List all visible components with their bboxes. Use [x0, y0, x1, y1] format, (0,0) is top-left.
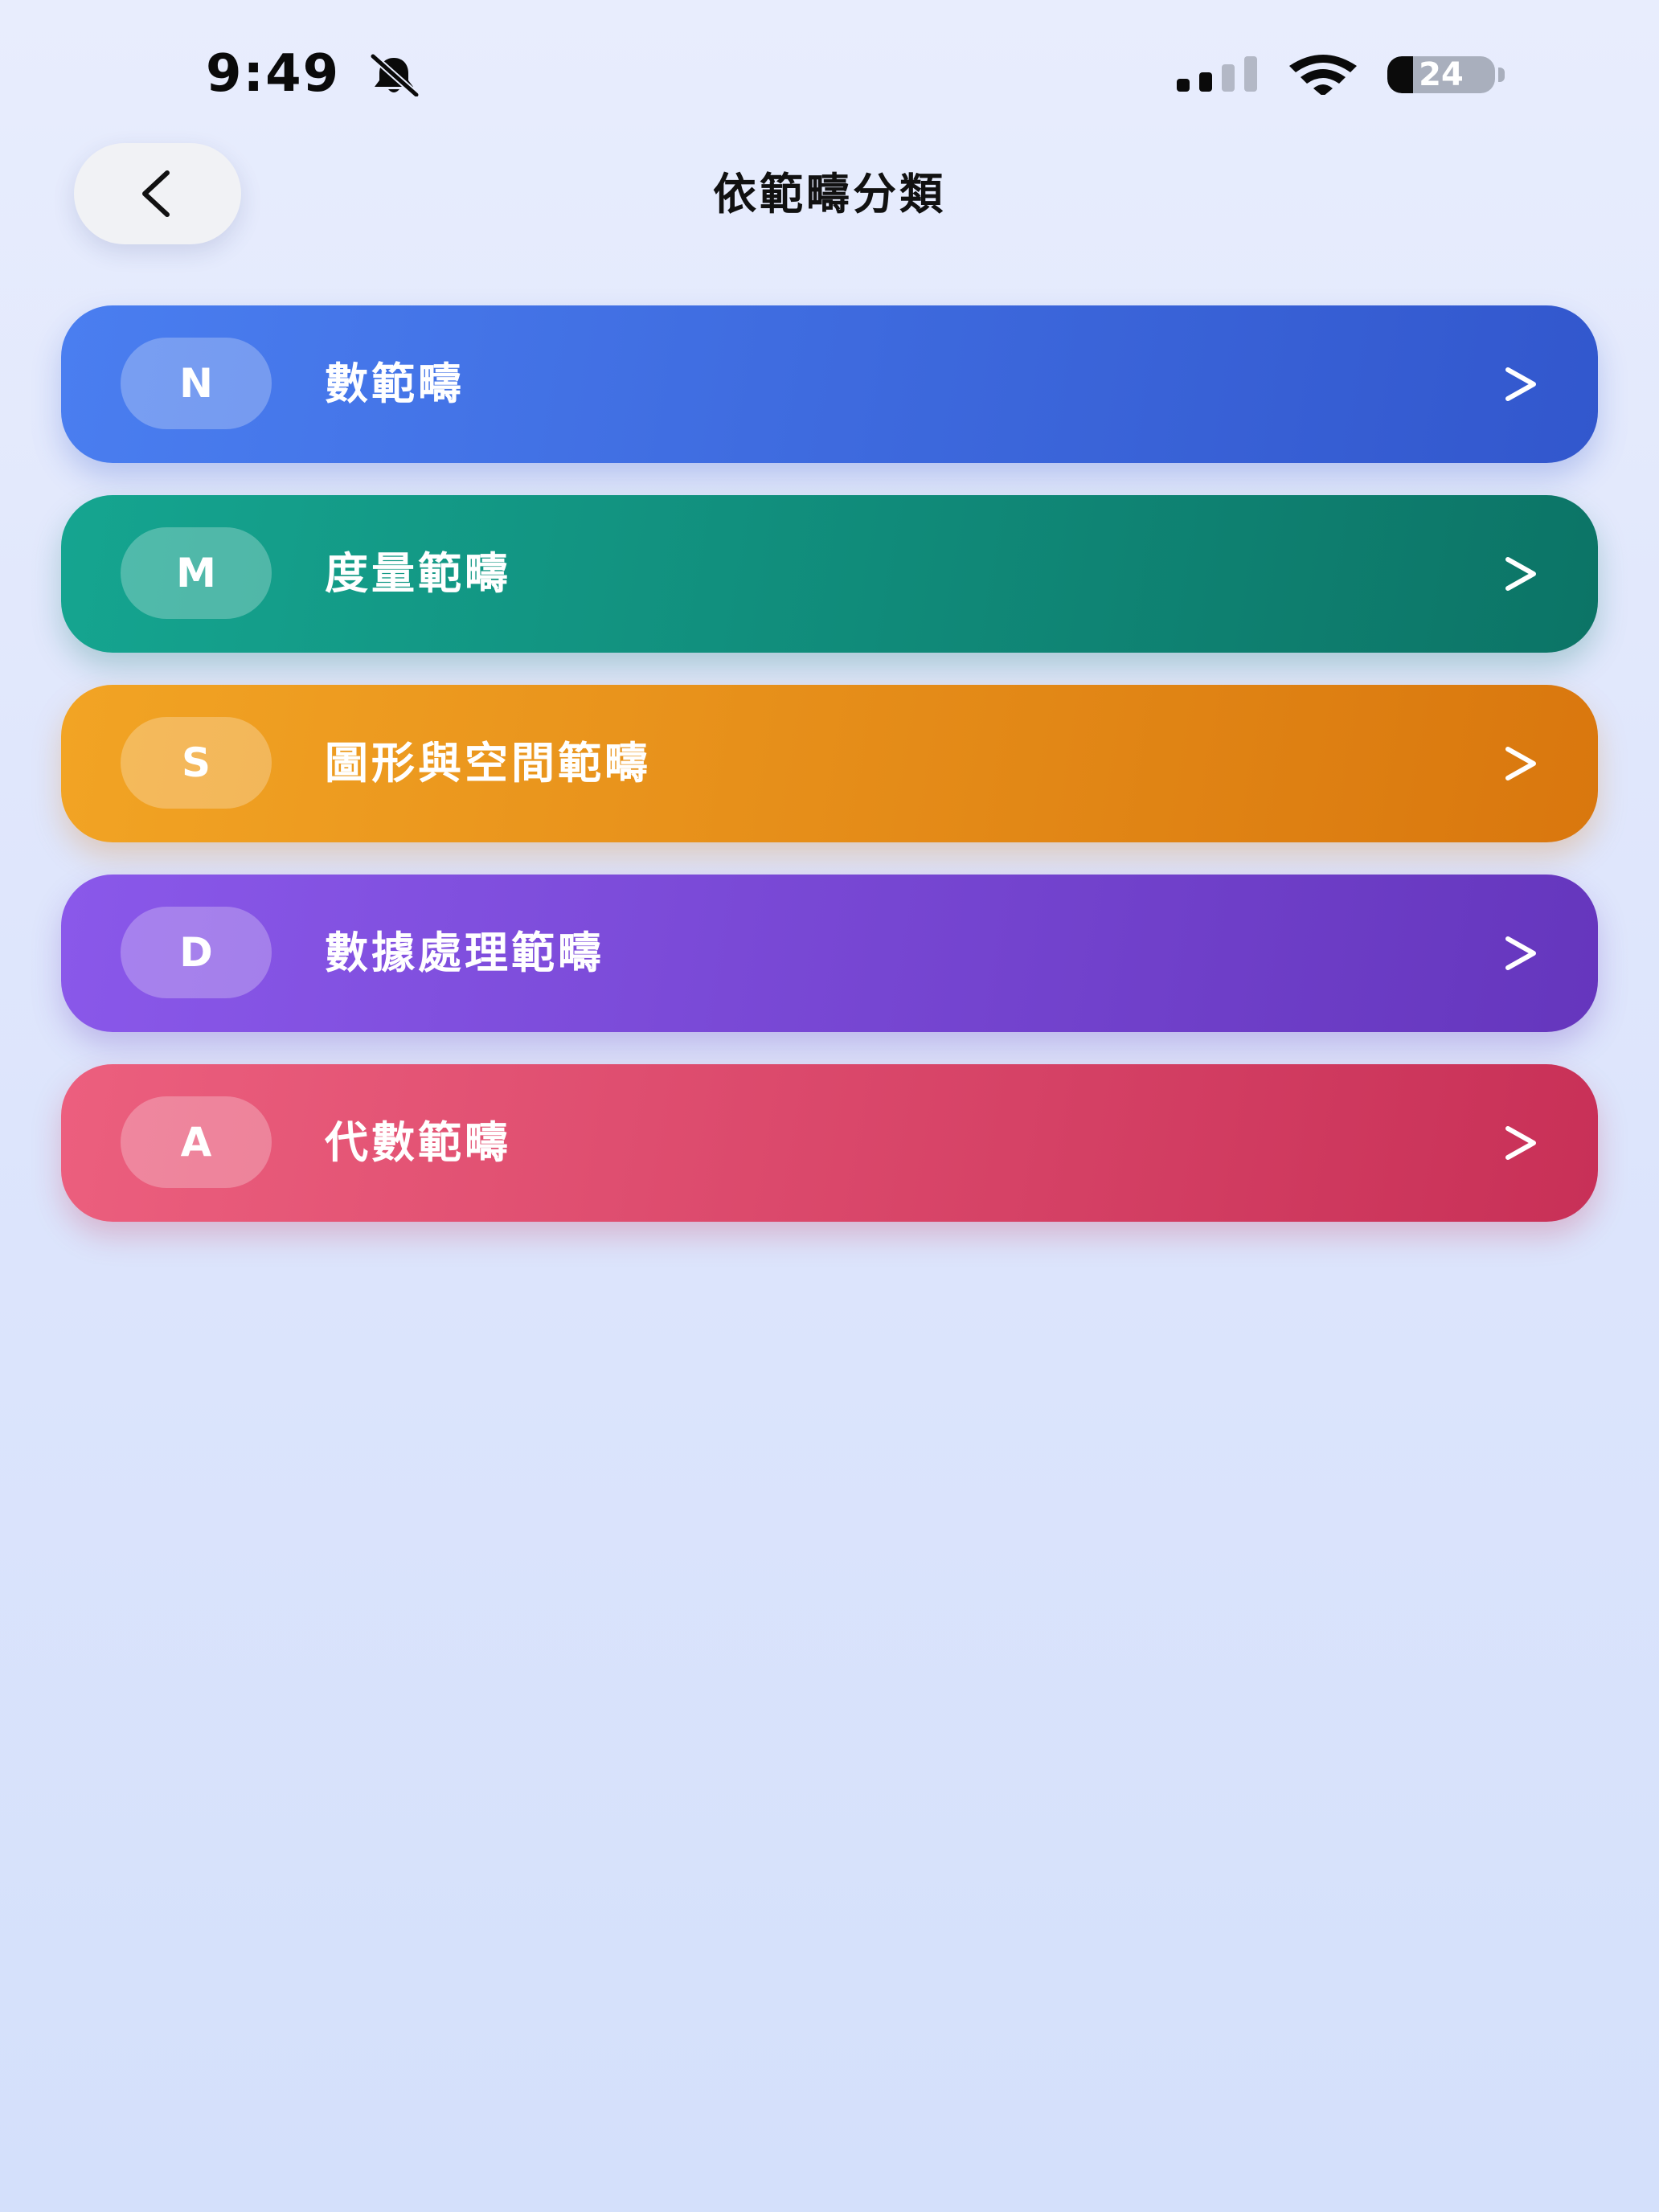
chevron-right-icon: [1505, 557, 1536, 591]
chevron-right-icon: [1505, 1126, 1536, 1160]
status-time: 9:49: [206, 44, 341, 104]
chevron-right-icon: [1505, 747, 1536, 780]
cellular-signal-icon: [1177, 56, 1257, 92]
bell-slash-icon: [369, 53, 420, 96]
category-label: 度量範疇: [325, 548, 511, 599]
battery-indicator: 24: [1387, 56, 1495, 93]
category-badge: S: [121, 717, 272, 809]
page-title: 依範疇分類: [713, 169, 946, 219]
wifi-icon: [1289, 55, 1357, 95]
category-label: 圖形與空間範疇: [325, 738, 651, 789]
chevron-right-icon: [1505, 936, 1536, 970]
category-badge: D: [121, 907, 272, 998]
category-label: 數範疇: [325, 358, 465, 409]
category-badge: M: [121, 527, 272, 619]
chevron-right-icon: [1505, 367, 1536, 401]
category-item-number[interactable]: N 數範疇: [61, 305, 1598, 463]
category-list: N 數範疇 M 度量範疇 S 圖形與空間範疇 D 數據處理範疇 A 代數範疇: [61, 305, 1598, 1254]
chevron-left-icon: [142, 170, 170, 217]
category-badge: N: [121, 338, 272, 429]
category-label: 數據處理範疇: [325, 928, 604, 978]
back-button[interactable]: [74, 143, 241, 244]
category-item-measures[interactable]: M 度量範疇: [61, 495, 1598, 653]
category-label: 代數範疇: [325, 1117, 511, 1168]
category-item-shape-space[interactable]: S 圖形與空間範疇: [61, 685, 1598, 842]
battery-cap: [1498, 68, 1505, 82]
battery-level: 24: [1419, 56, 1464, 93]
status-bar: 9:49 24: [0, 0, 1659, 145]
category-badge: A: [121, 1096, 272, 1188]
category-item-data-handling[interactable]: D 數據處理範疇: [61, 875, 1598, 1032]
category-item-algebra[interactable]: A 代數範疇: [61, 1064, 1598, 1222]
